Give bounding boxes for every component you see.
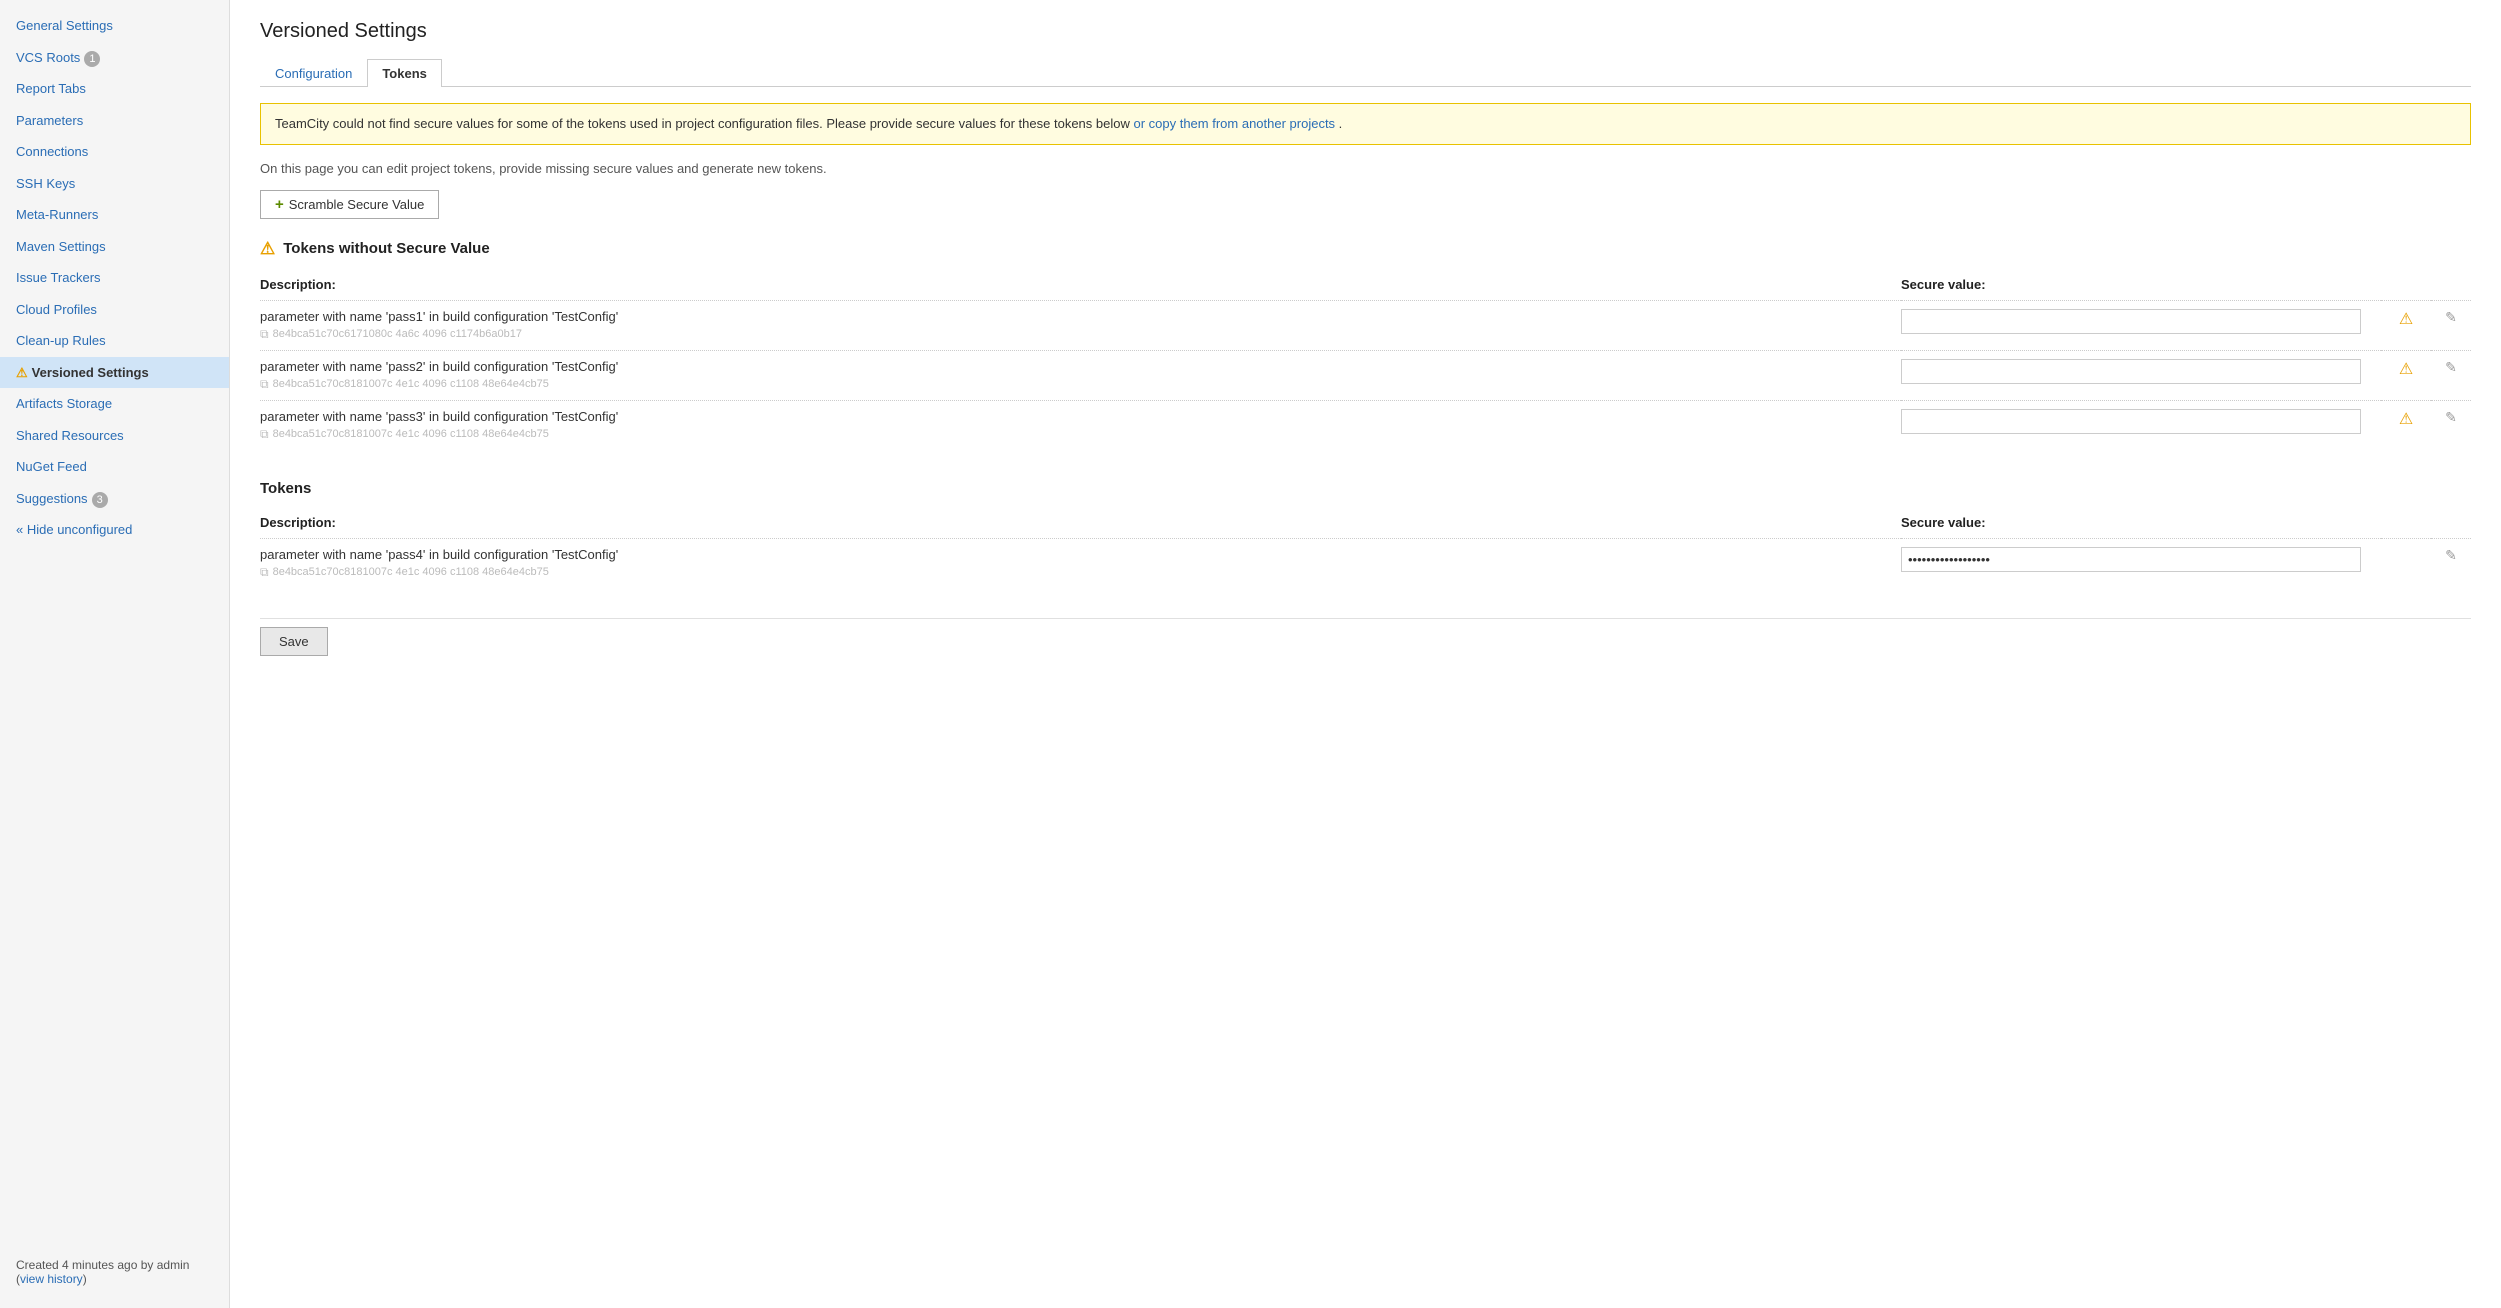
tokens-heading: Tokens <box>260 480 2471 497</box>
sidebar-item-cloud-profiles[interactable]: Cloud Profiles <box>0 294 229 326</box>
sidebar-item-nuget-feed[interactable]: NuGet Feed <box>0 451 229 483</box>
sidebar-item-label: Meta-Runners <box>16 207 98 222</box>
sidebar-item-vcs-roots[interactable]: VCS Roots 1 <box>0 42 229 74</box>
scramble-secure-value-button[interactable]: + Scramble Secure Value <box>260 190 439 219</box>
sidebar-item-label: Parameters <box>16 113 83 128</box>
token-hash: ⧉ 8e4bca51c70c8181007c 4e1c 4096 c1108 4… <box>260 565 1901 580</box>
sidebar-item-label: Versioned Settings <box>32 365 149 380</box>
badge: 3 <box>92 492 108 509</box>
sidebar-item-label: Report Tabs <box>16 81 86 96</box>
sidebar-item-label: Suggestions <box>16 491 88 506</box>
sidebar-item-meta-runners[interactable]: Meta-Runners <box>0 199 229 231</box>
sidebar-item-connections[interactable]: Connections <box>0 136 229 168</box>
copy-icon[interactable]: ⧉ <box>260 427 269 442</box>
scramble-button-label: Scramble Secure Value <box>289 197 425 212</box>
hash-value: 8e4bca51c70c8181007c 4e1c 4096 c1108 48e… <box>273 378 549 390</box>
token-hash: ⧉ 8e4bca51c70c8181007c 4e1c 4096 c1108 4… <box>260 427 1901 442</box>
sidebar-item-label: Shared Resources <box>16 428 124 443</box>
sidebar-item-versioned-settings[interactable]: ⚠ Versioned Settings <box>0 357 229 389</box>
warning-triangle-icon: ⚠ <box>2399 411 2413 428</box>
view-history-link[interactable]: view history <box>20 1272 83 1286</box>
token-desc: parameter with name 'pass1' in build con… <box>260 309 1901 324</box>
tokens-without-secure-title: Tokens without Secure Value <box>283 240 489 257</box>
sidebar-item-label: Maven Settings <box>16 239 106 254</box>
footer-created-text: Created 4 minutes ago by admin <box>16 1258 189 1272</box>
badge: 1 <box>84 51 100 68</box>
sidebar-item-label: NuGet Feed <box>16 459 87 474</box>
sidebar-footer: Created 4 minutes ago by admin (view his… <box>0 1246 229 1298</box>
sidebar-item-suggestions[interactable]: Suggestions 3 <box>0 483 229 515</box>
sidebar-item-maven-settings[interactable]: Maven Settings <box>0 231 229 263</box>
sidebar-item-label: SSH Keys <box>16 176 75 191</box>
sidebar-item-issue-trackers[interactable]: Issue Trackers <box>0 262 229 294</box>
copy-icon[interactable]: ⧉ <box>260 327 269 342</box>
sidebar-item-label: Connections <box>16 144 88 159</box>
tab-configuration[interactable]: Configuration <box>260 59 367 87</box>
sidebar-item-clean-up-rules[interactable]: Clean-up Rules <box>0 325 229 357</box>
token-hash: ⧉ 8e4bca51c70c6171080c 4a6c 4096 c1174b6… <box>260 327 1901 342</box>
edit-icon[interactable]: ✎ <box>2445 547 2457 563</box>
secure-value-input[interactable] <box>1901 309 2361 334</box>
copy-from-projects-link[interactable]: or copy them from another projects <box>1133 116 1335 131</box>
sidebar-item-label: Clean-up Rules <box>16 333 106 348</box>
edit-icon[interactable]: ✎ <box>2445 409 2457 425</box>
tokens-title: Tokens <box>260 480 311 497</box>
sidebar-item-label: General Settings <box>16 18 113 33</box>
info-text: On this page you can edit project tokens… <box>260 161 2471 176</box>
copy-icon[interactable]: ⧉ <box>260 377 269 392</box>
sidebar-item-label: VCS Roots <box>16 50 80 65</box>
desc-col-header: Description: <box>260 273 1901 301</box>
hash-value: 8e4bca51c70c8181007c 4e1c 4096 c1108 48e… <box>273 566 549 578</box>
sidebar-item-shared-resources[interactable]: Shared Resources <box>0 420 229 452</box>
tokens-without-secure-heading: ⚠ Tokens without Secure Value <box>260 239 2471 259</box>
sidebar-item-label: Issue Trackers <box>16 270 101 285</box>
sidebar-item-ssh-keys[interactable]: SSH Keys <box>0 168 229 200</box>
secure-value-input[interactable] <box>1901 409 2361 434</box>
page-title: Versioned Settings <box>260 20 2471 43</box>
token-without-secure-row: parameter with name 'pass2' in build con… <box>260 350 2471 400</box>
tokens-without-secure-table: Description: Secure value: parameter wit… <box>260 273 2471 450</box>
sidebar-item-general-settings[interactable]: General Settings <box>0 10 229 42</box>
token-without-secure-row: parameter with name 'pass3' in build con… <box>260 400 2471 450</box>
secure-value-input[interactable] <box>1901 547 2361 572</box>
sidebar-item-artifacts-storage[interactable]: Artifacts Storage <box>0 388 229 420</box>
copy-icon[interactable]: ⧉ <box>260 565 269 580</box>
edit-icon[interactable]: ✎ <box>2445 309 2457 325</box>
hide-unconfigured-link[interactable]: « Hide unconfigured <box>0 514 229 546</box>
warning-banner: TeamCity could not find secure values fo… <box>260 103 2471 145</box>
token-hash: ⧉ 8e4bca51c70c8181007c 4e1c 4096 c1108 4… <box>260 377 1901 392</box>
warning-text-before: TeamCity could not find secure values fo… <box>275 116 1133 131</box>
main-content: Versioned Settings Configuration Tokens … <box>230 0 2501 1308</box>
tokens-table: Description: Secure value: parameter wit… <box>260 511 2471 588</box>
plus-icon: + <box>275 196 284 213</box>
hash-value: 8e4bca51c70c6171080c 4a6c 4096 c1174b6a0… <box>273 328 522 340</box>
token-desc: parameter with name 'pass3' in build con… <box>260 409 1901 424</box>
token-desc: parameter with name 'pass4' in build con… <box>260 547 1901 562</box>
tab-tokens[interactable]: Tokens <box>367 59 442 87</box>
sidebar-item-parameters[interactable]: Parameters <box>0 105 229 137</box>
sidebar-item-report-tabs[interactable]: Report Tabs <box>0 73 229 105</box>
hash-value: 8e4bca51c70c8181007c 4e1c 4096 c1108 48e… <box>273 428 549 440</box>
sidebar-item-label: Cloud Profiles <box>16 302 97 317</box>
tokens-desc-col-header: Description: <box>260 511 1901 539</box>
sidebar: General Settings VCS Roots 1 Report Tabs Par… <box>0 0 230 1308</box>
tabs-container: Configuration Tokens <box>260 59 2471 87</box>
token-row: parameter with name 'pass4' in build con… <box>260 538 2471 588</box>
warning-text-after: . <box>1335 116 1342 131</box>
warning-icon: ⚠ <box>16 365 28 380</box>
edit-icon[interactable]: ✎ <box>2445 359 2457 375</box>
secure-col-header: Secure value: <box>1901 273 2381 301</box>
tokens-secure-col-header: Secure value: <box>1901 511 2381 539</box>
save-button[interactable]: Save <box>260 627 328 656</box>
warning-triangle-icon: ⚠ <box>2399 311 2413 328</box>
secure-value-input[interactable] <box>1901 359 2361 384</box>
warning-triangle-icon: ⚠ <box>260 239 275 259</box>
token-desc: parameter with name 'pass2' in build con… <box>260 359 1901 374</box>
warning-triangle-icon: ⚠ <box>2399 361 2413 378</box>
sidebar-item-label: Artifacts Storage <box>16 396 112 411</box>
token-without-secure-row: parameter with name 'pass1' in build con… <box>260 300 2471 350</box>
